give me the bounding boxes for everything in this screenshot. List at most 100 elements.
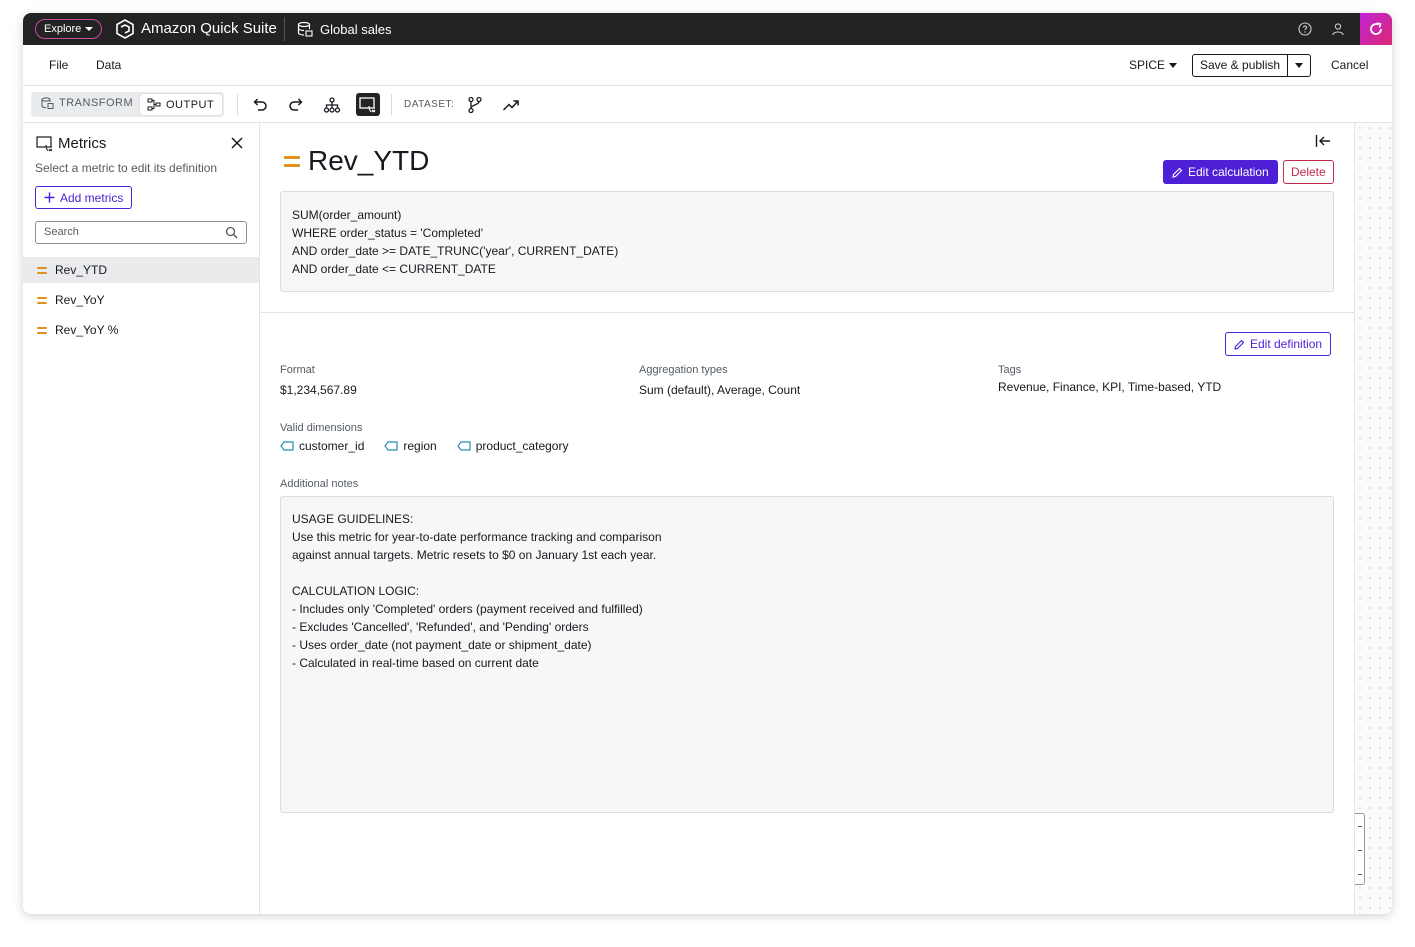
save-options-button[interactable] (1288, 55, 1310, 76)
add-metrics-label: Add metrics (60, 190, 124, 205)
output-icon (147, 98, 161, 111)
dimension-tag-icon (280, 441, 294, 451)
chevron-down-icon (1169, 62, 1178, 68)
section-divider (260, 312, 1354, 313)
top-bar: Explore Amazon Quick Suite Global sales (23, 13, 1392, 45)
dimension-label: region (403, 439, 437, 453)
notes-line: USAGE GUIDELINES: (292, 512, 414, 526)
notes-line: - Calculated in real-time based on curre… (292, 656, 539, 670)
transform-tab[interactable]: TRANSFORM (41, 97, 133, 109)
redo-icon[interactable] (287, 96, 305, 114)
dimension-item: customer_id (280, 439, 364, 453)
output-label: OUTPUT (166, 98, 215, 111)
save-publish-button[interactable]: Save & publish (1193, 55, 1289, 76)
notes-line: CALCULATION LOGIC: (292, 584, 420, 598)
canvas-area[interactable] (1354, 123, 1392, 914)
output-tab[interactable]: OUTPUT (140, 94, 222, 115)
dimension-label: customer_id (299, 439, 365, 453)
tags-label: Tags (998, 364, 1022, 376)
aggregation-value: Sum (default), Average, Count (639, 383, 801, 397)
cancel-button[interactable]: Cancel (1331, 58, 1368, 72)
formula-line: AND order_date >= DATE_TRUNC('year', CUR… (292, 244, 619, 258)
format-value: $1,234,567.89 (280, 383, 357, 397)
transform-label: TRANSFORM (59, 97, 134, 109)
tags-value: Revenue, Finance, KPI, Time-based, YTD (998, 380, 1222, 394)
pencil-icon (1172, 167, 1183, 178)
help-icon[interactable] (1298, 22, 1312, 36)
topbar-divider (284, 17, 285, 41)
toolbar-divider (391, 94, 392, 115)
delete-button[interactable]: Delete (1283, 160, 1334, 184)
dataset-icon (297, 21, 313, 37)
metric-item-rev-yoy[interactable]: Rev_YoY (23, 287, 259, 313)
metric-item-label: Rev_YoY (55, 293, 105, 307)
edit-calculation-button[interactable]: Edit calculation (1163, 160, 1278, 184)
undo-icon[interactable] (251, 96, 269, 114)
metrics-toggle-button[interactable] (356, 93, 380, 116)
menu-bar: File Data SPICE Save & publish Cancel (23, 45, 1392, 86)
toolbar-divider (237, 94, 238, 115)
formula-line: WHERE order_status = 'Completed' (292, 226, 483, 240)
collapse-panel-icon[interactable] (1315, 134, 1331, 148)
metrics-panel: Metrics Select a metric to edit its defi… (23, 123, 260, 914)
search-input[interactable]: Search (35, 221, 247, 244)
dimension-item: region (384, 439, 437, 453)
quick-suite-logo-icon (116, 19, 134, 39)
metric-item-rev-ytd[interactable]: Rev_YTD (23, 257, 259, 283)
dimension-item: product_category (456, 439, 569, 453)
dataset-title[interactable]: Global sales (320, 22, 392, 37)
user-icon[interactable] (1331, 22, 1345, 36)
metric-detail: Rev_YTD Edit calculation Delete SUM(orde… (260, 123, 1354, 914)
close-icon[interactable] (230, 136, 244, 150)
edit-definition-label: Edit definition (1250, 337, 1323, 351)
notes-line: Use this metric for year-to-date perform… (292, 530, 662, 544)
zoom-out-icon[interactable] (1358, 874, 1362, 875)
app-title: Amazon Quick Suite (141, 20, 277, 37)
metrics-fx-icon (359, 96, 376, 112)
notes-line (292, 564, 1322, 582)
metric-icon (37, 296, 47, 304)
menu-data[interactable]: Data (96, 58, 121, 72)
spice-label: SPICE (1129, 58, 1166, 72)
dimension-tag-icon (384, 441, 398, 451)
chevron-down-icon (85, 27, 94, 31)
add-metrics-button[interactable]: Add metrics (35, 186, 133, 209)
metric-item-rev-yoy-pct[interactable]: Rev_YoY % (23, 317, 259, 343)
dimensions-label: Valid dimensions (280, 422, 363, 434)
format-label: Format (280, 364, 315, 376)
edit-definition-button[interactable]: Edit definition (1225, 332, 1332, 356)
search-placeholder: Search (44, 226, 79, 238)
plus-icon (44, 192, 55, 203)
save-publish-group: Save & publish (1192, 54, 1312, 77)
metric-icon (284, 156, 300, 168)
metrics-fx-icon (36, 136, 53, 152)
formula-line: SUM(order_amount) (292, 208, 402, 222)
zoom-in-icon[interactable] (1358, 850, 1362, 851)
metrics-panel-subtitle: Select a metric to edit its definition (35, 161, 218, 175)
branch-icon[interactable] (466, 96, 484, 114)
notes-line: - Uses order_date (not payment_date or s… (292, 638, 592, 652)
notes-box: USAGE GUIDELINES: Use this metric for ye… (280, 496, 1334, 813)
edit-calculation-label: Edit calculation (1188, 165, 1269, 179)
menu-file[interactable]: File (49, 58, 68, 72)
toolbar: TRANSFORM OUTPUT DATASET: (23, 86, 1392, 123)
formula-line: AND order_date <= CURRENT_DATE (292, 262, 496, 276)
hierarchy-icon[interactable] (323, 96, 341, 114)
metric-icon (37, 326, 47, 334)
metric-icon (37, 266, 47, 274)
zoom-controls[interactable] (1355, 813, 1365, 885)
notes-line: - Includes only 'Completed' orders (paym… (292, 602, 643, 616)
dimension-label: product_category (475, 439, 569, 453)
chevron-down-icon (1295, 63, 1304, 68)
metric-item-label: Rev_YTD (55, 263, 108, 277)
assistant-icon (1370, 22, 1382, 35)
fit-icon[interactable] (1358, 826, 1362, 827)
trend-icon[interactable] (502, 96, 520, 114)
pencil-icon (1234, 339, 1245, 350)
mode-toggle: TRANSFORM OUTPUT (31, 92, 224, 117)
notes-line: against annual targets. Metric resets to… (292, 548, 657, 562)
explore-label: Explore (44, 23, 82, 35)
assistant-button[interactable] (1360, 13, 1392, 45)
explore-dropdown[interactable]: Explore (35, 19, 103, 39)
spice-dropdown[interactable]: SPICE (1129, 58, 1178, 72)
